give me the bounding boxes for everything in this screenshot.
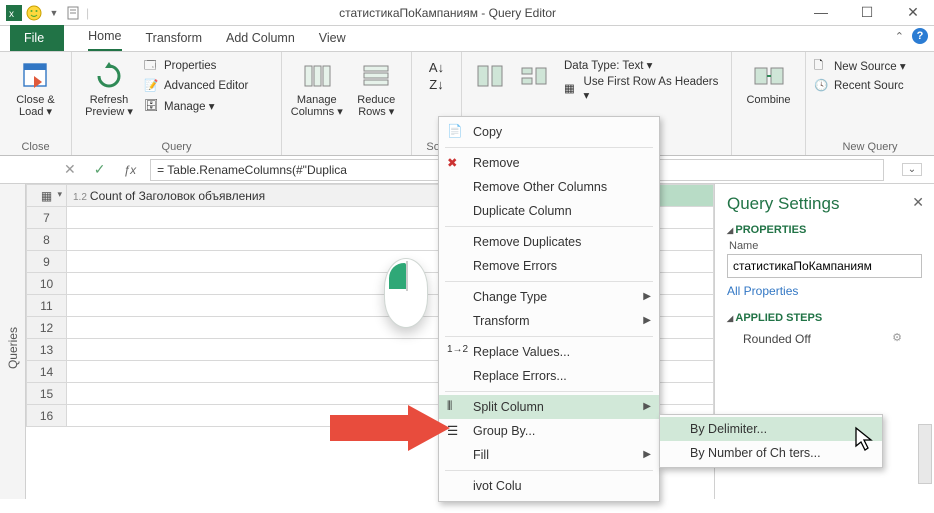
tab-home[interactable]: Home bbox=[88, 25, 121, 51]
ctx-replace-values[interactable]: 1→2Replace Values... bbox=[439, 340, 659, 364]
remove-icon: ✖ bbox=[447, 155, 463, 171]
manage-button[interactable]: 🗄Manage ▾ bbox=[144, 98, 248, 114]
query-name-input[interactable] bbox=[727, 254, 922, 278]
steps-scrollbar[interactable] bbox=[918, 424, 932, 484]
copy-icon: 📄 bbox=[447, 124, 463, 140]
ctx-remove-other[interactable]: Remove Other Columns bbox=[439, 175, 659, 199]
group-label-query: Query bbox=[80, 139, 273, 153]
ctx-split-column[interactable]: ⫴Split Column▶ bbox=[439, 395, 659, 419]
close-settings-icon[interactable]: ✕ bbox=[912, 194, 924, 211]
ctx-group-by[interactable]: ☰Group By... bbox=[439, 419, 659, 443]
ctx-transform[interactable]: Transform▶ bbox=[439, 309, 659, 333]
tab-add-column[interactable]: Add Column bbox=[226, 27, 295, 51]
ribbon-tabs: File Home Transform Add Column View ⌃ ? bbox=[0, 26, 934, 52]
tab-transform[interactable]: Transform bbox=[146, 27, 203, 51]
step-item[interactable]: Rounded Off⚙ bbox=[727, 328, 922, 350]
confirm-formula-icon[interactable]: ✓ bbox=[90, 161, 110, 178]
chevron-right-icon: ▶ bbox=[643, 291, 651, 302]
chevron-right-icon: ▶ bbox=[643, 401, 651, 412]
ctx-remove-dup[interactable]: Remove Duplicates bbox=[439, 230, 659, 254]
tab-view[interactable]: View bbox=[319, 27, 346, 51]
row-number: 11 bbox=[27, 295, 67, 317]
mouse-cursor bbox=[854, 426, 876, 452]
group-label-close: Close bbox=[8, 139, 63, 153]
advanced-editor-button[interactable]: 📝Advanced Editor bbox=[144, 78, 248, 94]
help-icon[interactable]: ? bbox=[912, 28, 928, 44]
title-bar: x ▼ | статистикаПоКампаниям - Query Edit… bbox=[0, 0, 934, 26]
collapse-ribbon-icon[interactable]: ⌃ bbox=[895, 30, 904, 43]
row-number: 7 bbox=[27, 207, 67, 229]
split-column-ribbon-button[interactable] bbox=[470, 56, 510, 94]
quick-access: x ▼ | bbox=[6, 5, 89, 21]
ctx-copy[interactable]: 📄Copy bbox=[439, 120, 659, 144]
ctx-fill[interactable]: Fill▶ bbox=[439, 443, 659, 467]
applied-steps-section: APPLIED STEPS bbox=[727, 312, 922, 324]
tab-file[interactable]: File bbox=[10, 25, 64, 51]
settings-title: Query Settings bbox=[727, 194, 922, 214]
row-number: 13 bbox=[27, 339, 67, 361]
name-label: Name bbox=[729, 240, 922, 252]
properties-button[interactable]: 🗔Properties bbox=[144, 58, 248, 74]
excel-icon: x bbox=[6, 5, 22, 21]
ctx-remove[interactable]: ✖Remove bbox=[439, 151, 659, 175]
group-label-newquery: New Query bbox=[814, 139, 926, 153]
datatype-button[interactable]: Data Type: Text ▾ bbox=[564, 58, 723, 72]
fx-icon: ƒx bbox=[119, 163, 140, 177]
new-source-button[interactable]: 🗋New Source ▾ bbox=[814, 58, 906, 74]
ctx-pivot[interactable]: ivot Colu bbox=[439, 474, 659, 498]
mouse-tutorial-overlay bbox=[384, 258, 428, 328]
sort-desc-icon[interactable]: Z↓ bbox=[429, 77, 443, 92]
row-number: 15 bbox=[27, 383, 67, 405]
ctx-remove-err[interactable]: Remove Errors bbox=[439, 254, 659, 278]
maximize-button[interactable]: ☐ bbox=[852, 4, 882, 21]
step-item[interactable] bbox=[727, 350, 922, 408]
queries-pane-toggle[interactable]: Queries bbox=[0, 184, 26, 512]
replace-icon: 1→2 bbox=[447, 344, 463, 360]
smiley-icon[interactable] bbox=[26, 5, 42, 21]
row-number: 10 bbox=[27, 273, 67, 295]
table-corner[interactable]: ▦ ▾ bbox=[27, 185, 67, 207]
tutorial-arrow bbox=[330, 405, 450, 451]
chevron-right-icon: ▶ bbox=[643, 315, 651, 326]
gear-icon[interactable]: ⚙ bbox=[892, 331, 902, 344]
cancel-formula-icon[interactable]: ✕ bbox=[60, 161, 80, 178]
all-properties-link[interactable]: All Properties bbox=[727, 284, 922, 298]
reduce-rows-button[interactable]: Reduce Rows ▾ bbox=[350, 56, 404, 118]
manage-columns-button[interactable]: Manage Columns ▾ bbox=[290, 56, 344, 118]
close-window-button[interactable]: ✕ bbox=[898, 4, 928, 21]
chevron-right-icon: ▶ bbox=[643, 449, 651, 460]
row-number: 8 bbox=[27, 229, 67, 251]
sub-by-delimiter[interactable]: By Delimiter... bbox=[660, 417, 882, 441]
window-title: статистикаПоКампаниям - Query Editor bbox=[89, 6, 806, 20]
recent-sources-button[interactable]: 🕓Recent Sourc bbox=[814, 78, 906, 94]
group-by-ribbon-button[interactable] bbox=[514, 56, 554, 94]
ctx-duplicate[interactable]: Duplicate Column bbox=[439, 199, 659, 223]
svg-text:x: x bbox=[9, 9, 14, 20]
row-number: 16 bbox=[27, 405, 67, 427]
ctx-replace-errors[interactable]: Replace Errors... bbox=[439, 364, 659, 388]
minimize-button[interactable]: — bbox=[806, 4, 836, 21]
expand-formula-icon[interactable]: ⌄ bbox=[902, 163, 922, 176]
first-row-headers-button[interactable]: ▦Use First Row As Headers ▾ bbox=[564, 76, 723, 102]
ctx-change-type[interactable]: Change Type▶ bbox=[439, 285, 659, 309]
refresh-preview-button[interactable]: Refresh Preview ▾ bbox=[80, 56, 138, 118]
row-number: 12 bbox=[27, 317, 67, 339]
row-number: 9 bbox=[27, 251, 67, 273]
row-number: 14 bbox=[27, 361, 67, 383]
sort-asc-icon[interactable]: A↓ bbox=[429, 60, 444, 75]
split-submenu: By Delimiter... By Number of Ch ters... bbox=[659, 414, 883, 468]
combine-button[interactable]: Combine bbox=[740, 56, 797, 106]
close-load-button[interactable]: Close & Load ▾ bbox=[8, 56, 63, 118]
qat-dropdown-icon[interactable]: ▼ bbox=[46, 5, 62, 21]
sub-by-number[interactable]: By Number of Ch ters... bbox=[660, 441, 882, 465]
context-menu: 📄Copy ✖Remove Remove Other Columns Dupli… bbox=[438, 116, 660, 502]
properties-section: PROPERTIES bbox=[727, 224, 922, 236]
script-icon[interactable] bbox=[66, 5, 82, 21]
